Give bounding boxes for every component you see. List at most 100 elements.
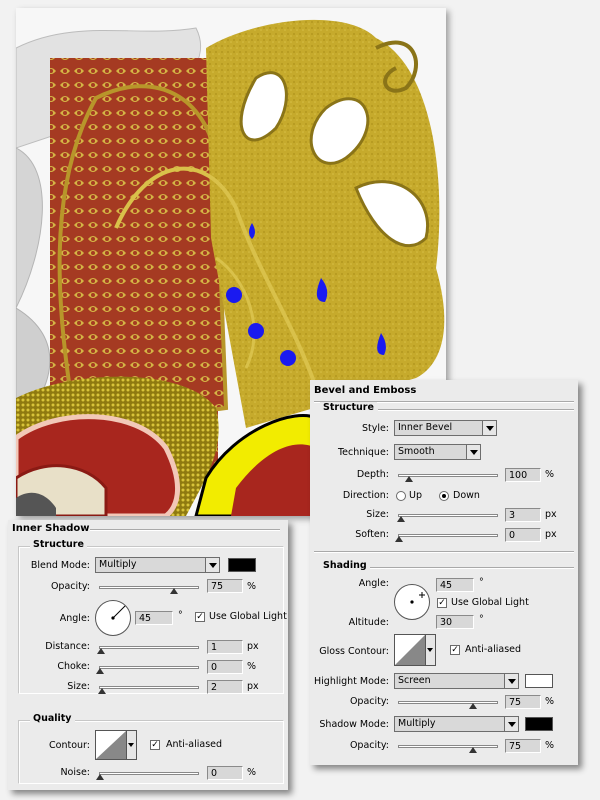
angle-indicator-icon	[111, 605, 126, 620]
opacity-slider[interactable]	[99, 586, 199, 594]
highlight-color-swatch[interactable]	[525, 674, 553, 688]
noise-slider[interactable]	[96, 772, 199, 780]
chevron-down-icon[interactable]	[127, 730, 137, 760]
bevel-emboss-panel: Bevel and Emboss Structure Style: Inner …	[310, 380, 578, 765]
choke-unit: %	[247, 661, 257, 672]
slider-thumb[interactable]	[96, 668, 104, 674]
angle-field[interactable]: 45	[135, 611, 173, 625]
depth-label: Depth:	[356, 469, 389, 480]
slider-thumb[interactable]	[468, 747, 477, 753]
shadow-opacity-field[interactable]: 75	[505, 739, 541, 753]
shading-legend: Shading	[320, 560, 370, 571]
angle-dial[interactable]	[95, 600, 131, 636]
structure-legend: Structure	[30, 539, 87, 550]
opacity-field[interactable]: 75	[207, 579, 243, 593]
chevron-down-icon	[205, 558, 219, 572]
shadow-opacity-slider[interactable]	[398, 745, 498, 753]
shadow-opacity-unit: %	[545, 740, 555, 751]
contour-anti-aliased-label: Anti-aliased	[166, 739, 223, 750]
soften-unit: px	[545, 529, 557, 540]
shading-global-light-label: Use Global Light	[451, 597, 529, 608]
shading-divider	[370, 567, 574, 569]
size-unit: px	[247, 681, 259, 692]
angle-unit: °	[178, 610, 183, 621]
distance-field[interactable]: 1	[207, 640, 243, 654]
highlight-mode-select[interactable]: Screen	[394, 673, 519, 689]
style-value: Inner Bevel	[398, 422, 453, 433]
section-divider	[314, 551, 574, 553]
slider-thumb[interactable]	[395, 536, 403, 542]
global-light-checkbox[interactable]: ✓	[195, 612, 205, 622]
slider-thumb[interactable]	[468, 703, 477, 709]
contour-curve-icon	[395, 635, 425, 665]
technique-select[interactable]: Smooth	[394, 444, 481, 460]
highlight-mode-label: Highlight Mode:	[314, 676, 389, 687]
slider-thumb[interactable]	[96, 648, 105, 654]
direction-down-radio[interactable]	[439, 491, 449, 501]
distance-slider[interactable]	[96, 646, 199, 654]
contour-picker[interactable]	[95, 730, 127, 760]
noise-label: Noise:	[60, 767, 90, 778]
direction-down-label: Down	[453, 490, 480, 501]
blend-mode-value: Multiply	[99, 559, 137, 570]
shading-global-light-checkbox[interactable]: ✓	[437, 598, 447, 608]
opacity-label: Opacity:	[50, 581, 90, 592]
gloss-contour-label: Gloss Contour:	[319, 646, 389, 657]
shadow-color-swatch[interactable]	[525, 717, 553, 731]
blend-color-swatch[interactable]	[228, 558, 256, 572]
size-field[interactable]: 3	[505, 508, 541, 522]
altitude-label: Altitude:	[348, 617, 389, 628]
style-select[interactable]: Inner Bevel	[394, 420, 497, 436]
shading-angle-unit: °	[479, 577, 484, 588]
size-slider[interactable]	[97, 686, 199, 694]
slider-thumb[interactable]	[396, 516, 405, 522]
soften-field[interactable]: 0	[505, 528, 541, 542]
shadow-mode-select[interactable]: Multiply	[394, 716, 519, 732]
inner-shadow-panel: Inner Shadow Structure Blend Mode: Multi…	[8, 520, 288, 790]
altitude-field[interactable]: 30	[436, 615, 474, 629]
blue-drop	[248, 323, 264, 339]
slider-thumb[interactable]	[404, 476, 413, 482]
shading-angle-field[interactable]: 45	[436, 578, 474, 592]
opacity-unit: %	[247, 581, 257, 592]
size-slider[interactable]	[396, 514, 498, 522]
style-label: Style:	[361, 423, 389, 434]
direction-up-label: Up	[409, 490, 422, 501]
chevron-down-icon	[466, 445, 480, 459]
size-label: Size:	[366, 509, 389, 520]
size-label: Size:	[67, 681, 90, 692]
blend-mode-select[interactable]: Multiply	[95, 557, 220, 573]
depth-field[interactable]: 100	[505, 468, 541, 482]
contour-anti-aliased-checkbox[interactable]: ✓	[150, 740, 160, 750]
slider-thumb[interactable]	[169, 588, 178, 594]
gloss-contour-picker[interactable]	[394, 634, 426, 666]
highlight-opacity-field[interactable]: 75	[505, 695, 541, 709]
structure-legend: Structure	[320, 402, 377, 413]
gloss-anti-aliased-label: Anti-aliased	[465, 644, 522, 655]
choke-field[interactable]: 0	[207, 660, 243, 674]
soften-slider[interactable]	[395, 534, 498, 542]
depth-slider[interactable]	[398, 474, 498, 482]
title-divider	[90, 529, 280, 531]
slider-thumb[interactable]	[97, 688, 106, 694]
direction-up-radio[interactable]	[396, 491, 406, 501]
shading-angle-dial[interactable]	[394, 584, 430, 620]
noise-field[interactable]: 0	[207, 766, 243, 780]
highlight-opacity-slider[interactable]	[398, 701, 498, 709]
technique-label: Technique:	[337, 447, 389, 458]
contour-curve-icon	[96, 731, 126, 759]
choke-slider[interactable]	[96, 666, 199, 674]
crosshair-icon	[410, 592, 425, 604]
gloss-anti-aliased-checkbox[interactable]: ✓	[450, 645, 460, 655]
slider-thumb[interactable]	[96, 774, 104, 780]
shadow-mode-value: Multiply	[398, 718, 436, 729]
highlight-mode-value: Screen	[398, 675, 431, 686]
size-field[interactable]: 2	[207, 680, 243, 694]
noise-unit: %	[247, 767, 257, 778]
size-unit: px	[545, 509, 557, 520]
shadow-mode-label: Shadow Mode:	[319, 719, 389, 730]
chevron-down-icon[interactable]	[426, 634, 436, 666]
chevron-down-icon	[504, 674, 518, 688]
blue-drop	[280, 350, 296, 366]
shadow-opacity-label: Opacity:	[349, 740, 389, 751]
